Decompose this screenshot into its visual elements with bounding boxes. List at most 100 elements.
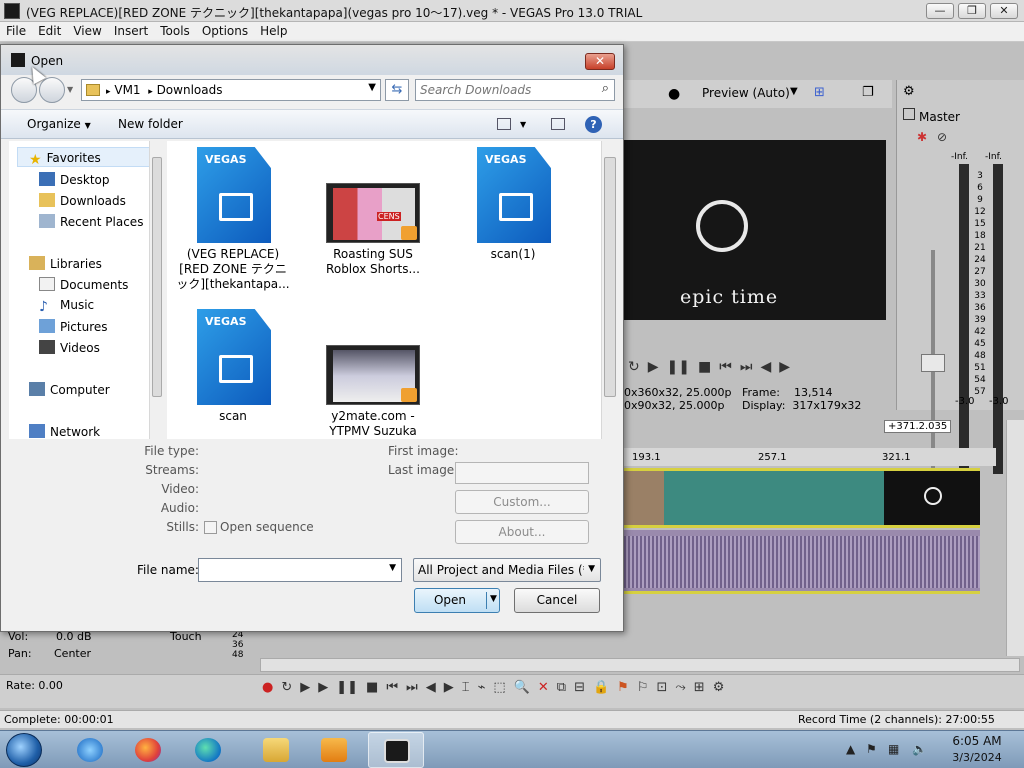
scrollbar-thumb[interactable] xyxy=(152,157,162,397)
menu-tools[interactable]: Tools xyxy=(154,22,196,40)
address-dropdown-chevron-icon[interactable]: ▼ xyxy=(368,82,376,93)
menu-help[interactable]: Help xyxy=(254,22,293,40)
previous-frame-icon[interactable]: ◀ xyxy=(426,680,436,695)
nav-recent-places[interactable]: Recent Places xyxy=(39,214,143,229)
recent-locations-chevron-icon[interactable]: ▼ xyxy=(67,85,73,94)
next-frame-icon[interactable]: ▶ xyxy=(779,359,790,375)
preview-quality-chevron-icon[interactable]: ▼ xyxy=(790,86,798,97)
preview-quality-dropdown[interactable]: Preview (Auto) xyxy=(702,86,790,100)
normal-edit-tool-icon[interactable]: ⌶ xyxy=(462,680,470,695)
fx-icon[interactable]: ✱ xyxy=(917,130,927,144)
nav-documents[interactable]: Documents xyxy=(39,277,128,292)
file-item[interactable]: y2mate.com - YTPMV Suzuka xyxy=(315,309,431,439)
maximize-button[interactable]: ❐ xyxy=(958,3,986,19)
nav-downloads[interactable]: Downloads xyxy=(39,193,126,208)
master-fader-knob[interactable] xyxy=(921,354,945,372)
start-button[interactable] xyxy=(6,733,42,767)
edge-icon[interactable] xyxy=(180,732,236,768)
next-frame-icon[interactable]: ▶ xyxy=(444,680,454,695)
marker-icon[interactable]: ⚑ xyxy=(617,680,629,695)
preview-record-icon[interactable]: ● xyxy=(668,86,680,102)
file-item[interactable]: VEGAS scan xyxy=(175,309,291,439)
volume-muted-icon[interactable]: 🔈 xyxy=(912,742,927,756)
go-to-end-icon[interactable]: ⏭ xyxy=(406,680,418,695)
nav-network[interactable]: Network xyxy=(29,424,100,439)
timeline-horizontal-scrollbar[interactable] xyxy=(260,658,1020,672)
go-to-start-icon[interactable]: ⏮ xyxy=(386,680,398,695)
show-hidden-icons-icon[interactable]: ▲ xyxy=(846,742,855,756)
delete-icon[interactable]: ✕ xyxy=(538,680,549,695)
cancel-button[interactable]: Cancel xyxy=(514,588,600,613)
snapping-icon[interactable]: ⊡ xyxy=(656,680,667,695)
search-icon[interactable]: ⌕ xyxy=(602,81,609,96)
file-explorer-icon[interactable] xyxy=(248,732,304,768)
play-from-start-icon[interactable]: ▶ xyxy=(648,359,659,375)
menu-options[interactable]: Options xyxy=(196,22,254,40)
preview-pane-icon[interactable] xyxy=(551,118,565,130)
timeline-ruler[interactable]: 193.1 257.1 321.1 xyxy=(624,448,996,466)
envelope-edit-tool-icon[interactable]: ⌁ xyxy=(478,680,486,695)
pan-value[interactable]: Center xyxy=(54,647,91,660)
stop-icon[interactable]: ■ xyxy=(698,359,711,375)
file-item[interactable]: CENS Roasting SUS Roblox Shorts... xyxy=(315,147,431,301)
custom-button[interactable]: Custom... xyxy=(455,490,589,514)
trim-icon[interactable]: ⧉ xyxy=(557,680,566,695)
menu-file[interactable]: File xyxy=(0,22,32,40)
mute-icon[interactable]: ⊘ xyxy=(937,130,947,144)
lock-icon[interactable]: 🔒 xyxy=(593,680,609,695)
auto-ripple-icon[interactable]: ⤳ xyxy=(675,680,685,695)
selection-tool-icon[interactable]: ⬚ xyxy=(493,680,505,695)
overlays-grid-icon[interactable]: ⊞ xyxy=(814,85,825,100)
menu-insert[interactable]: Insert xyxy=(108,22,154,40)
file-name-chevron-icon[interactable]: ▼ xyxy=(389,563,396,573)
region-icon[interactable]: ⚐ xyxy=(637,680,649,695)
open-button[interactable]: Open ▼ xyxy=(414,588,500,613)
close-button[interactable]: ✕ xyxy=(990,3,1018,19)
action-center-icon[interactable]: ⚑ xyxy=(866,742,877,756)
firefox-icon[interactable] xyxy=(120,732,176,768)
go-to-end-icon[interactable]: ⏭ xyxy=(740,359,753,375)
minimize-button[interactable]: — xyxy=(926,3,954,19)
new-folder-button[interactable]: New folder xyxy=(118,117,183,131)
nav-favorites[interactable]: ★ Favorites xyxy=(29,151,101,168)
stop-icon[interactable]: ■ xyxy=(366,680,378,695)
internet-explorer-icon[interactable] xyxy=(62,732,118,768)
file-name-input[interactable] xyxy=(201,562,381,578)
network-icon[interactable]: ▦ xyxy=(888,742,899,756)
loop-icon[interactable]: ↻ xyxy=(628,359,640,375)
previous-frame-icon[interactable]: ◀ xyxy=(760,359,771,375)
mixer-toolbar-icon[interactable]: ⚙ xyxy=(903,84,915,99)
nav-pictures[interactable]: Pictures xyxy=(39,319,108,334)
media-player-icon[interactable] xyxy=(306,732,362,768)
address-bar[interactable]: ▸ VM1 ▸ Downloads ▼ xyxy=(81,79,381,101)
last-image-field[interactable] xyxy=(455,462,589,484)
file-item[interactable]: VEGAS scan(1) xyxy=(455,147,571,301)
search-box[interactable]: ⌕ xyxy=(415,79,615,101)
file-name-combobox[interactable]: ▼ xyxy=(198,558,402,582)
menu-edit[interactable]: Edit xyxy=(32,22,67,40)
open-options-chevron-icon[interactable]: ▼ xyxy=(490,594,497,604)
play-from-start-icon[interactable]: ▶ xyxy=(300,680,310,695)
split-icon[interactable]: ⊟ xyxy=(574,680,585,695)
file-type-chevron-icon[interactable]: ▼ xyxy=(588,564,595,574)
ignore-grouping-icon[interactable]: ⚙ xyxy=(713,680,725,695)
change-view-icon[interactable] xyxy=(497,118,511,130)
nav-computer[interactable]: Computer xyxy=(29,382,110,397)
refresh-icon[interactable]: ⇆ xyxy=(385,79,409,101)
timeline-vertical-scrollbar[interactable] xyxy=(1006,420,1024,656)
vegas-icon[interactable] xyxy=(368,732,424,768)
file-item[interactable]: VEGAS (VEG REPLACE)[RED ZONE テクニック][thek… xyxy=(175,147,291,301)
breadcrumb-downloads[interactable]: Downloads xyxy=(157,83,223,97)
pause-icon[interactable]: ❚❚ xyxy=(667,359,690,375)
copy-snapshot-icon[interactable]: ❐ xyxy=(862,85,874,100)
nav-videos[interactable]: Videos xyxy=(39,340,100,355)
organize-button[interactable]: Organize ▼ xyxy=(27,117,91,131)
nav-music[interactable]: ♪ Music xyxy=(39,298,94,315)
lock-envelopes-icon[interactable]: ⊞ xyxy=(694,680,705,695)
loop-playback-icon[interactable]: ↻ xyxy=(281,680,292,695)
clock-time[interactable]: 6:05 AM xyxy=(944,734,1010,748)
zoom-tool-icon[interactable]: 🔍 xyxy=(514,680,530,695)
search-input[interactable] xyxy=(420,82,590,98)
file-type-filter-select[interactable]: All Project and Media Files (*.veg ▼ xyxy=(413,558,601,582)
go-to-start-icon[interactable]: ⏮ xyxy=(719,359,732,375)
